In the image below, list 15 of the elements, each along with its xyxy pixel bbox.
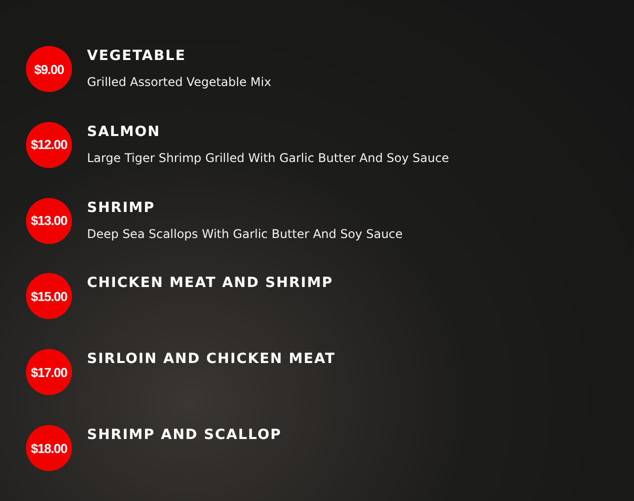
price-badge: $13.00 bbox=[26, 198, 72, 244]
price-badge: $12.00 bbox=[26, 122, 72, 168]
price-badge: $15.00 bbox=[26, 273, 72, 320]
price-badge: $17.00 bbox=[26, 349, 72, 396]
dish-name: CHICKEN MEAT AND SHRIMP bbox=[87, 275, 334, 292]
price-badge: $9.00 bbox=[26, 46, 72, 92]
dish-name: SHRIMP bbox=[87, 200, 156, 216]
price-badge: $18.00 bbox=[26, 425, 72, 472]
dish-name: SIRLOIN AND CHICKEN MEAT bbox=[87, 351, 336, 368]
dish-name: SHRIMP AND SCALLOP bbox=[87, 427, 282, 444]
dish-description: Large Tiger Shrimp Grilled With Garlic Butter And Soy Sauce bbox=[87, 150, 450, 165]
dish-name: VEGETABLE bbox=[87, 48, 187, 64]
dish-name: SALMON bbox=[87, 124, 162, 140]
dish-description: Deep Sea Scallops With Garlic Butter And Soy Sauce bbox=[87, 226, 403, 241]
dish-description: Grilled Assorted Vegetable Mix bbox=[87, 75, 272, 89]
